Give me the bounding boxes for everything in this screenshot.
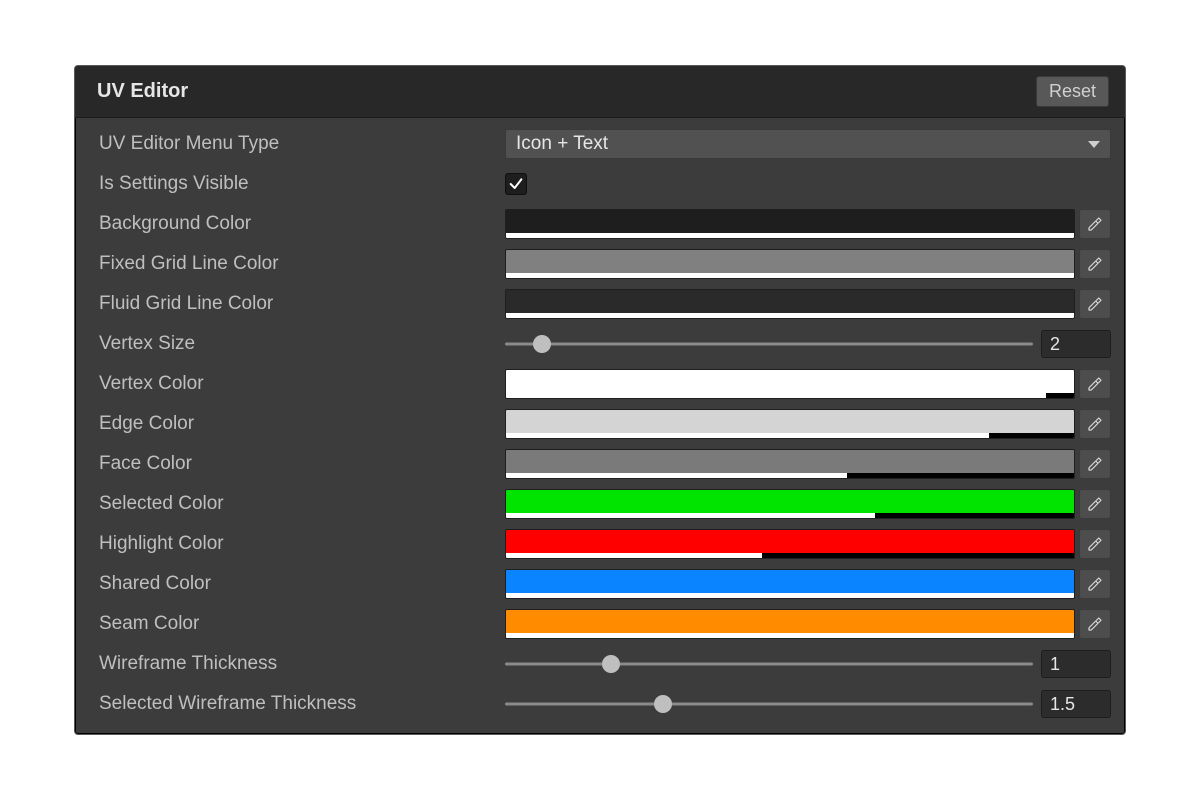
menu-type-value: Icon + Text — [516, 133, 608, 155]
wireframe-thickness-value[interactable]: 1 — [1041, 650, 1111, 678]
label-highlight-color: Highlight Color — [85, 533, 505, 555]
wireframe-thickness-slider[interactable] — [505, 654, 1033, 674]
label-shared-color: Shared Color — [85, 573, 505, 595]
eyedropper-button[interactable] — [1079, 569, 1111, 599]
seam-color-swatch[interactable] — [505, 609, 1075, 639]
highlight-color-swatch[interactable] — [505, 529, 1075, 559]
row-wireframe-thickness: Wireframe Thickness 1 — [85, 644, 1115, 684]
selected-color-swatch[interactable] — [505, 489, 1075, 519]
reset-button[interactable]: Reset — [1036, 76, 1109, 107]
label-selected-color: Selected Color — [85, 493, 505, 515]
slider-handle[interactable] — [602, 655, 620, 673]
dropdown-caret-icon — [1088, 141, 1100, 148]
face-color-swatch[interactable] — [505, 449, 1075, 479]
label-vertex-size: Vertex Size — [85, 333, 505, 355]
row-fluid-grid-color: Fluid Grid Line Color — [85, 284, 1115, 324]
fixed-grid-color-swatch[interactable] — [505, 249, 1075, 279]
eyedropper-icon — [1086, 495, 1104, 513]
panel-header: UV Editor Reset — [75, 66, 1125, 118]
eyedropper-icon — [1086, 535, 1104, 553]
row-menu-type: UV Editor Menu Type Icon + Text — [85, 124, 1115, 164]
eyedropper-icon — [1086, 615, 1104, 633]
eyedropper-icon — [1086, 455, 1104, 473]
label-seam-color: Seam Color — [85, 613, 505, 635]
row-highlight-color: Highlight Color — [85, 524, 1115, 564]
row-vertex-size: Vertex Size 2 — [85, 324, 1115, 364]
uv-editor-panel: UV Editor Reset UV Editor Menu Type Icon… — [74, 65, 1126, 735]
eyedropper-button[interactable] — [1079, 489, 1111, 519]
label-edge-color: Edge Color — [85, 413, 505, 435]
eyedropper-button[interactable] — [1079, 289, 1111, 319]
vertex-size-value[interactable]: 2 — [1041, 330, 1111, 358]
row-fixed-grid-color: Fixed Grid Line Color — [85, 244, 1115, 284]
row-edge-color: Edge Color — [85, 404, 1115, 444]
label-background-color: Background Color — [85, 213, 505, 235]
label-wireframe-thickness: Wireframe Thickness — [85, 653, 505, 675]
row-selected-wireframe-thickness: Selected Wireframe Thickness 1.5 — [85, 684, 1115, 724]
alpha-fill — [506, 233, 1074, 238]
edge-color-swatch[interactable] — [505, 409, 1075, 439]
eyedropper-button[interactable] — [1079, 449, 1111, 479]
row-background-color: Background Color — [85, 204, 1115, 244]
slider-handle[interactable] — [533, 335, 551, 353]
row-seam-color: Seam Color — [85, 604, 1115, 644]
vertex-size-slider[interactable] — [505, 334, 1033, 354]
row-vertex-color: Vertex Color — [85, 364, 1115, 404]
eyedropper-button[interactable] — [1079, 369, 1111, 399]
settings-visible-checkbox[interactable] — [505, 173, 527, 195]
label-selected-wireframe-thickness: Selected Wireframe Thickness — [85, 693, 505, 715]
eyedropper-icon — [1086, 255, 1104, 273]
eyedropper-button[interactable] — [1079, 409, 1111, 439]
eyedropper-button[interactable] — [1079, 609, 1111, 639]
menu-type-dropdown[interactable]: Icon + Text — [505, 129, 1111, 159]
label-face-color: Face Color — [85, 453, 505, 475]
eyedropper-icon — [1086, 215, 1104, 233]
background-color-swatch[interactable] — [505, 209, 1075, 239]
slider-handle[interactable] — [654, 695, 672, 713]
label-settings-visible: Is Settings Visible — [85, 173, 505, 195]
label-menu-type: UV Editor Menu Type — [85, 133, 505, 155]
label-fluid-grid-color: Fluid Grid Line Color — [85, 293, 505, 315]
shared-color-swatch[interactable] — [505, 569, 1075, 599]
eyedropper-icon — [1086, 415, 1104, 433]
row-shared-color: Shared Color — [85, 564, 1115, 604]
panel-title: UV Editor — [97, 80, 188, 103]
row-settings-visible: Is Settings Visible — [85, 164, 1115, 204]
eyedropper-icon — [1086, 575, 1104, 593]
check-icon — [508, 176, 524, 192]
row-selected-color: Selected Color — [85, 484, 1115, 524]
eyedropper-button[interactable] — [1079, 209, 1111, 239]
panel-body: UV Editor Menu Type Icon + Text Is Setti… — [75, 118, 1125, 734]
row-face-color: Face Color — [85, 444, 1115, 484]
selected-wireframe-thickness-value[interactable]: 1.5 — [1041, 690, 1111, 718]
eyedropper-button[interactable] — [1079, 529, 1111, 559]
eyedropper-button[interactable] — [1079, 249, 1111, 279]
vertex-color-swatch[interactable] — [505, 369, 1075, 399]
label-fixed-grid-color: Fixed Grid Line Color — [85, 253, 505, 275]
selected-wireframe-thickness-slider[interactable] — [505, 694, 1033, 714]
fluid-grid-color-swatch[interactable] — [505, 289, 1075, 319]
label-vertex-color: Vertex Color — [85, 373, 505, 395]
eyedropper-icon — [1086, 295, 1104, 313]
eyedropper-icon — [1086, 375, 1104, 393]
